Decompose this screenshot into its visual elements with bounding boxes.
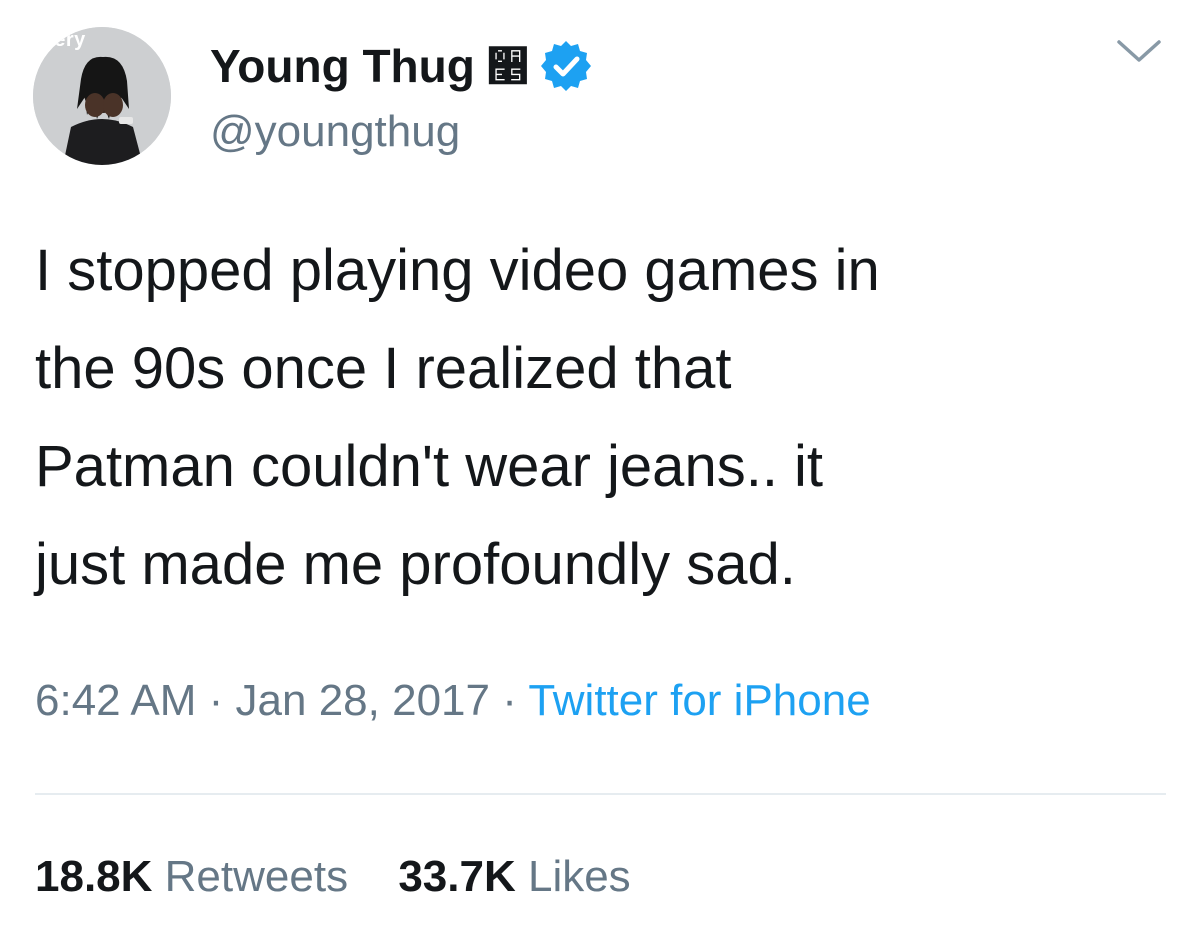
retweets-count: 18.8K (35, 852, 153, 901)
avatar[interactable]: ifery (33, 27, 171, 165)
tweet-source-link[interactable]: Twitter for iPhone (528, 676, 870, 725)
likes-count: 33.7K (398, 852, 516, 901)
meta-separator: · (196, 676, 236, 725)
likes-stat[interactable]: 33.7K Likes (398, 852, 630, 902)
likes-label: Likes (527, 852, 631, 901)
tweet-meta: 6:42 AM · Jan 28, 2017 · Twitter for iPh… (35, 676, 871, 726)
display-name[interactable]: Young Thug (210, 39, 475, 93)
user-name-row: Young Thug ૥ (210, 38, 593, 94)
chevron-down-icon[interactable] (1114, 36, 1164, 66)
tweet-date[interactable]: Jan 28, 2017 (236, 676, 490, 725)
tweet-stats: 18.8K Retweets 33.7K Likes (35, 852, 631, 902)
divider (35, 793, 1166, 795)
name-emoji: ૥ (486, 41, 529, 91)
meta-separator: · (490, 676, 529, 725)
tweet-card: ifery Young Thug ૥ @youngthug I stopped … (0, 0, 1200, 943)
verified-badge-icon (540, 41, 591, 91)
avatar-watermark: ifery (41, 29, 86, 51)
user-handle[interactable]: @youngthug (210, 107, 460, 157)
tweet-time: 6:42 AM (35, 676, 197, 725)
tweet-text: I stopped playing video games in the 90s… (35, 238, 880, 597)
retweets-stat[interactable]: 18.8K Retweets (35, 852, 348, 902)
retweets-label: Retweets (164, 852, 349, 901)
